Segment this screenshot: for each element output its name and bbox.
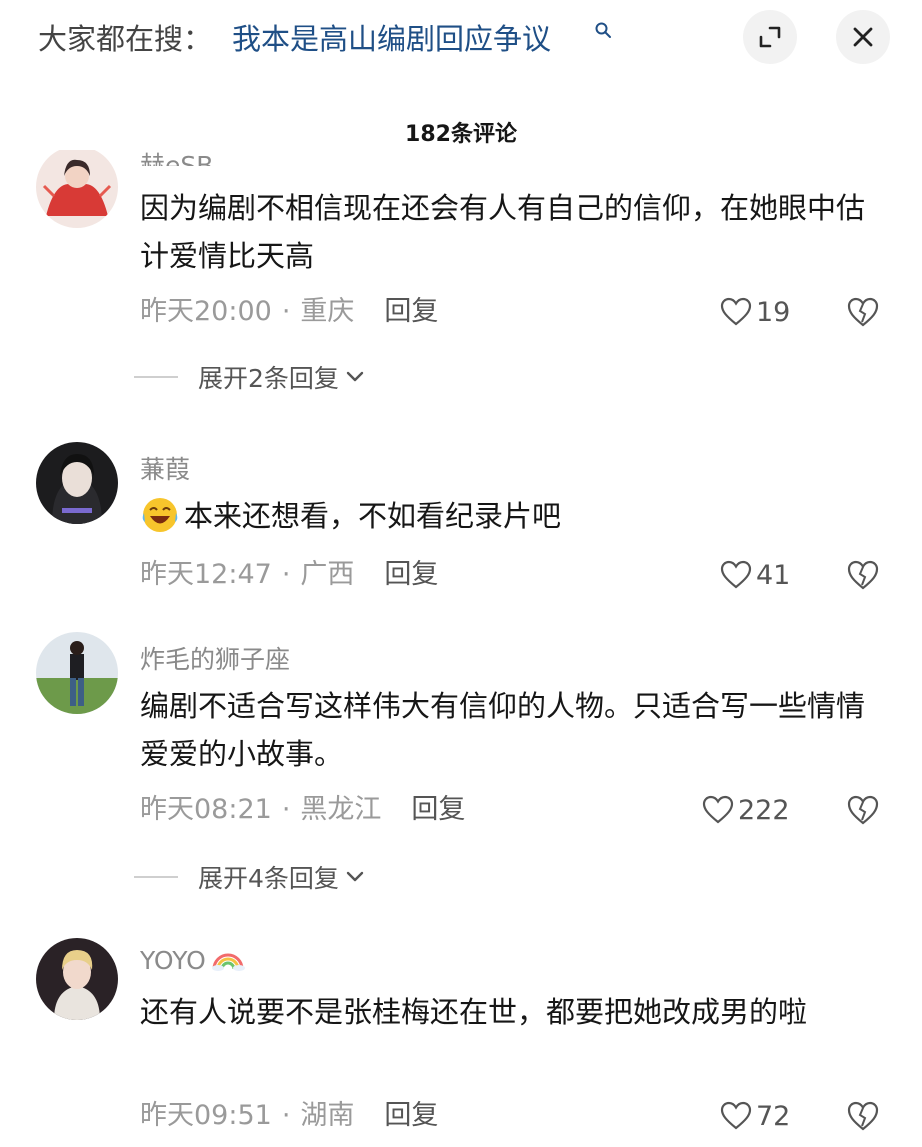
reply-button[interactable]: 回复 bbox=[384, 559, 438, 590]
top-bar: 大家都在搜： 我本是高山编剧回应争议 bbox=[0, 0, 922, 80]
comment-time: 昨天20:00 bbox=[140, 296, 272, 327]
comment-username[interactable]: 蒹葭 bbox=[140, 450, 190, 486]
divider-line bbox=[134, 376, 178, 378]
like-count: 19 bbox=[756, 296, 791, 328]
comments-count-title: 182条评论 bbox=[405, 122, 517, 147]
comment-username-text: YOYO bbox=[140, 946, 206, 975]
comment-time: 昨天12:47 bbox=[140, 559, 272, 590]
chevron-down-icon bbox=[346, 871, 364, 882]
like-button[interactable]: 72 bbox=[720, 1098, 790, 1134]
avatar[interactable] bbox=[36, 150, 118, 228]
laughing-crying-emoji bbox=[142, 498, 178, 532]
expand-replies-label: 展开4条回复 bbox=[198, 864, 339, 893]
expand-replies-label: 展开2条回复 bbox=[198, 364, 339, 393]
like-button[interactable]: 41 bbox=[720, 557, 790, 593]
search-prefix-label: 大家都在搜： bbox=[38, 22, 213, 56]
like-button[interactable]: 222 bbox=[702, 792, 790, 828]
expand-replies-button[interactable]: 展开4条回复 bbox=[134, 860, 365, 894]
divider-line bbox=[134, 876, 178, 878]
search-suggestion-link[interactable]: 我本是高山编剧回应争议 bbox=[232, 16, 551, 58]
broken-heart-icon[interactable] bbox=[846, 793, 880, 827]
magnifier-icon bbox=[595, 22, 611, 38]
like-count: 41 bbox=[756, 559, 791, 591]
meta-separator: · bbox=[281, 559, 291, 590]
comment-location: 重庆 bbox=[300, 296, 355, 327]
comment-meta: 昨天09:51 · 湖南 回复 bbox=[140, 1098, 438, 1134]
meta-separator: · bbox=[281, 1100, 291, 1131]
meta-separator: · bbox=[281, 296, 291, 327]
comment-location: 黑龙江 bbox=[300, 794, 382, 825]
meta-separator: · bbox=[281, 794, 291, 825]
heart-icon bbox=[702, 795, 734, 824]
like-count: 222 bbox=[738, 794, 790, 826]
broken-heart-icon[interactable] bbox=[846, 1099, 880, 1133]
reply-button[interactable]: 回复 bbox=[384, 296, 438, 327]
avatar[interactable] bbox=[36, 938, 118, 1020]
comment-meta: 昨天08:21 · 黑龙江 回复 bbox=[140, 792, 465, 828]
comment-location: 广西 bbox=[300, 559, 355, 590]
like-count: 72 bbox=[756, 1100, 791, 1132]
comment-text: 本来还想看，不如看纪录片吧 bbox=[140, 492, 875, 540]
comment-text-body: 本来还想看，不如看纪录片吧 bbox=[184, 499, 562, 533]
fullscreen-button[interactable] bbox=[743, 10, 797, 64]
comment-username[interactable]: YOYO bbox=[140, 946, 246, 975]
like-button[interactable]: 19 bbox=[720, 294, 790, 330]
reply-button[interactable]: 回复 bbox=[384, 1100, 438, 1131]
comment-time: 昨天08:21 bbox=[140, 794, 272, 825]
broken-heart-icon[interactable] bbox=[846, 558, 880, 592]
comment-meta: 昨天12:47 · 广西 回复 bbox=[140, 557, 438, 593]
close-button[interactable] bbox=[836, 10, 890, 64]
heart-icon bbox=[720, 1101, 752, 1130]
avatar[interactable] bbox=[36, 632, 118, 714]
broken-heart-icon[interactable] bbox=[846, 295, 880, 329]
expand-replies-button[interactable]: 展开2条回复 bbox=[134, 360, 365, 394]
comment-location: 湖南 bbox=[300, 1100, 355, 1131]
rainbow-icon bbox=[211, 953, 245, 971]
close-icon bbox=[853, 27, 873, 47]
comment-username[interactable]: 赫eSB... bbox=[140, 150, 237, 166]
comment-time: 昨天09:51 bbox=[140, 1100, 272, 1131]
comment-text: 因为编剧不相信现在还会有人有自己的信仰，在她眼中估计爱情比天高 bbox=[140, 191, 866, 273]
reply-button[interactable]: 回复 bbox=[411, 794, 465, 825]
comment-meta: 昨天20:00 · 重庆 回复 bbox=[140, 294, 438, 330]
comment-username[interactable]: 炸毛的狮子座 bbox=[140, 640, 290, 676]
heart-icon bbox=[720, 560, 752, 589]
fullscreen-icon bbox=[759, 26, 781, 48]
comment-text: 还有人说要不是张桂梅还在世，都要把她改成男的啦 bbox=[140, 995, 808, 1029]
heart-icon bbox=[720, 297, 752, 326]
avatar[interactable] bbox=[36, 442, 118, 524]
comment-text: 编剧不适合写这样伟大有信仰的人物。只适合写一些情情爱爱的小故事。 bbox=[140, 689, 866, 771]
chevron-down-icon bbox=[346, 371, 364, 382]
comment-list[interactable]: 赫eSB... 因为编剧不相信现在还会有人有自己的信仰，在她眼中估计爱情比天高 … bbox=[0, 150, 922, 1147]
